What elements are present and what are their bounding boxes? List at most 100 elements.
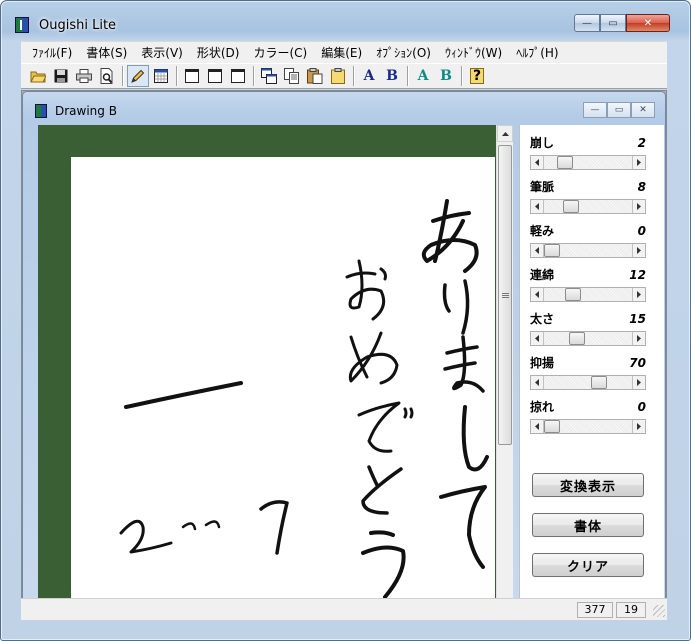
hslider-track[interactable] <box>530 331 646 346</box>
close-icon: ✕ <box>643 17 653 29</box>
slider-hitsumyaku: 筆脈 8 <box>530 179 646 214</box>
slider-thumb[interactable] <box>563 200 579 213</box>
hslider-track[interactable] <box>530 287 646 302</box>
menu-edit[interactable]: 編集(E) <box>314 44 369 62</box>
kana-de <box>357 401 414 453</box>
toolbar: A B A B ? <box>21 63 667 89</box>
arrow-right-icon[interactable] <box>632 244 645 257</box>
kana-u <box>361 530 406 598</box>
clear-button[interactable]: クリア <box>532 553 644 577</box>
slider-thumb[interactable] <box>544 420 560 433</box>
pen-tool-button[interactable] <box>127 65 149 87</box>
hslider-track[interactable] <box>530 155 646 170</box>
maximize-icon: ▭ <box>608 17 618 29</box>
layout-button-2[interactable] <box>204 65 226 87</box>
arrow-left-icon[interactable] <box>531 332 544 345</box>
document-window: Drawing B — ▭ ✕ 崩し 2 筆脈 8 軽み 0 連綿 12 太さ … <box>22 91 666 619</box>
slider-yokuyou: 抑揚 70 <box>530 355 646 390</box>
slider-thumb[interactable] <box>565 288 581 301</box>
drawing-canvas[interactable] <box>38 125 510 598</box>
print-preview-button[interactable] <box>96 65 118 87</box>
menu-typeface[interactable]: 書体(S) <box>79 44 134 62</box>
menu-window[interactable]: ｳｨﾝﾄﾞｳ(W) <box>438 44 509 62</box>
resize-grip[interactable] <box>653 605 665 617</box>
document-title: Drawing B <box>55 104 117 118</box>
document-minimize-button[interactable]: — <box>583 102 607 118</box>
slider-thumb[interactable] <box>544 244 560 257</box>
menu-shape[interactable]: 形状(D) <box>190 44 247 62</box>
arrow-right-icon[interactable] <box>632 156 645 169</box>
convert-display-button[interactable]: 変換表示 <box>532 473 644 497</box>
arrow-left-icon[interactable] <box>531 420 544 433</box>
menu-view[interactable]: 表示(V) <box>134 44 190 62</box>
menu-help[interactable]: ﾍﾙﾌﾟ(H) <box>509 44 565 62</box>
scroll-thumb[interactable] <box>498 145 512 445</box>
stroke-0-1 <box>181 522 197 531</box>
slider-label: 抑揚 <box>530 356 555 370</box>
arrow-left-icon[interactable] <box>531 288 544 301</box>
hslider-track[interactable] <box>530 199 646 214</box>
title-bar[interactable]: Ougishi Lite — ▭ ✕ <box>1 1 690 37</box>
open-button[interactable] <box>27 65 49 87</box>
letter-a-icon: A <box>363 68 375 84</box>
open-folder-icon <box>30 71 46 83</box>
app-icon[interactable] <box>15 17 29 33</box>
typeface-button[interactable]: 書体 <box>532 513 644 537</box>
color-a-button[interactable]: A <box>412 65 434 87</box>
slider-value: 15 <box>629 312 646 326</box>
cascade-button[interactable] <box>258 65 280 87</box>
maximize-button[interactable]: ▭ <box>600 14 626 32</box>
paper-sheet[interactable] <box>71 157 495 598</box>
minimize-icon: — <box>590 105 600 115</box>
clipboard-icon <box>331 68 345 84</box>
minimize-button[interactable]: — <box>574 14 600 32</box>
arrow-right-icon[interactable] <box>632 376 645 389</box>
kana-ri <box>442 279 470 335</box>
clipboard-button[interactable] <box>327 65 349 87</box>
kana-o <box>345 259 387 321</box>
grid-button[interactable] <box>150 65 172 87</box>
document-icon[interactable] <box>35 104 47 118</box>
arrow-right-icon[interactable] <box>632 200 645 213</box>
hslider-track[interactable] <box>530 375 646 390</box>
menu-bar: ﾌｧｲﾙ(F) 書体(S) 表示(V) 形状(D) カラー(C) 編集(E) ｵ… <box>21 41 667 63</box>
color-b-button[interactable]: B <box>435 65 457 87</box>
print-button[interactable] <box>73 65 95 87</box>
close-button[interactable]: ✕ <box>626 14 670 32</box>
slider-label: 連綿 <box>530 268 555 282</box>
layout-button-1[interactable] <box>181 65 203 87</box>
slider-thumb[interactable] <box>569 332 585 345</box>
status-x-coordinate: 377 <box>577 602 613 618</box>
vertical-scrollbar[interactable] <box>496 125 513 598</box>
menu-color[interactable]: カラー(C) <box>246 44 314 62</box>
layout-button-3[interactable] <box>227 65 249 87</box>
toolbar-separator <box>353 66 355 86</box>
slider-value: 70 <box>629 356 646 370</box>
document-maximize-button[interactable]: ▭ <box>607 102 631 118</box>
arrow-right-icon[interactable] <box>632 332 645 345</box>
font-a-button[interactable]: A <box>358 65 380 87</box>
slider-thumb[interactable] <box>591 376 607 389</box>
menu-options[interactable]: ｵﾌﾟｼｮﾝ(O) <box>369 44 438 62</box>
save-button[interactable] <box>50 65 72 87</box>
document-close-button[interactable]: ✕ <box>631 102 655 118</box>
arrow-left-icon[interactable] <box>531 244 544 257</box>
copy-button[interactable] <box>281 65 303 87</box>
stroke-2 <box>119 519 173 554</box>
help-button[interactable]: ? <box>466 65 488 87</box>
stroke-7 <box>259 500 289 555</box>
arrow-right-icon[interactable] <box>632 420 645 433</box>
triangle-up-icon <box>501 131 509 136</box>
arrow-left-icon[interactable] <box>531 200 544 213</box>
menu-file[interactable]: ﾌｧｲﾙ(F) <box>25 44 79 62</box>
hslider-track[interactable] <box>530 419 646 434</box>
style-control-panel: 崩し 2 筆脈 8 軽み 0 連綿 12 太さ 15 抑揚 70 掠れ 0 変換… <box>519 125 664 598</box>
font-b-button[interactable]: B <box>381 65 403 87</box>
arrow-right-icon[interactable] <box>632 288 645 301</box>
slider-thumb[interactable] <box>557 156 573 169</box>
arrow-left-icon[interactable] <box>531 156 544 169</box>
scroll-up-arrow[interactable] <box>497 125 513 142</box>
arrow-left-icon[interactable] <box>531 376 544 389</box>
paste-button[interactable] <box>304 65 326 87</box>
hslider-track[interactable] <box>530 243 646 258</box>
